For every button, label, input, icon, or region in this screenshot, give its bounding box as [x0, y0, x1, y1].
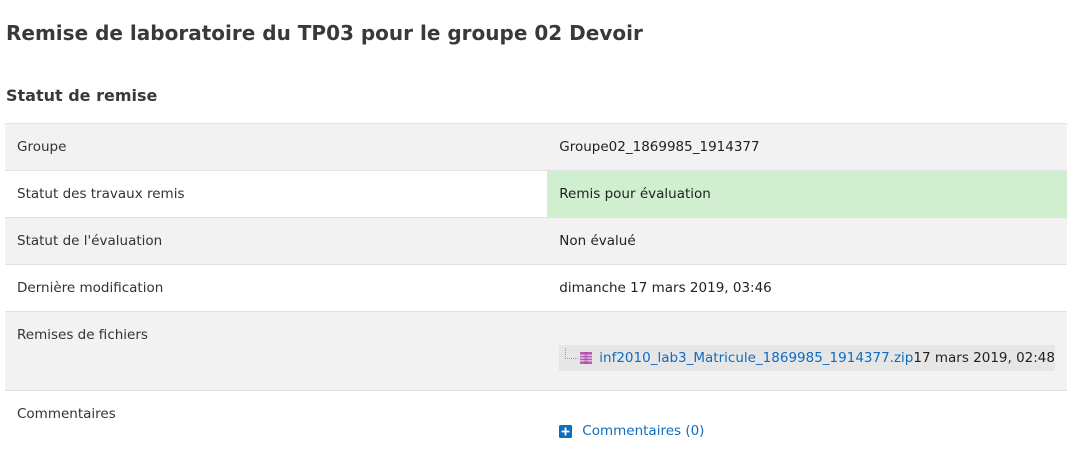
table-row: Dernière modification dimanche 17 mars 2… [5, 264, 1067, 312]
table-row: Statut de l'évaluation Non évalué [5, 217, 1067, 265]
section-title: Statut de remise [6, 86, 158, 105]
archive-file-icon [580, 352, 593, 364]
submission-status-table: Groupe Groupe02_1869985_1914377 Statut d… [5, 123, 1067, 451]
file-date: 17 mars 2019, 02:48 [913, 350, 1055, 366]
group-value: Groupe02_1869985_1914377 [547, 123, 1067, 171]
submission-status-value: Remis pour évaluation [547, 170, 1067, 218]
row-label: Dernière modification [5, 264, 548, 312]
submitted-file-link[interactable]: inf2010_lab3_Matricule_1869985_1914377.z… [599, 349, 913, 367]
row-label: Statut de l'évaluation [5, 217, 548, 265]
grading-status-value: Non évalué [547, 217, 1067, 265]
row-label: Commentaires [5, 390, 548, 451]
row-label: Remises de fichiers [5, 311, 548, 391]
row-label: Statut des travaux remis [5, 170, 548, 218]
file-tree-entry: inf2010_lab3_Matricule_1869985_1914377.z… [559, 345, 1055, 371]
file-submissions-cell: inf2010_lab3_Matricule_1869985_1914377.z… [547, 311, 1067, 391]
plus-square-icon [559, 424, 573, 438]
table-row: Commentaires Commentaires (0) [5, 390, 1067, 451]
comments-toggle-link[interactable]: Commentaires (0) [559, 422, 704, 440]
tree-branch-line [565, 347, 579, 359]
table-row: Statut des travaux remis Remis pour éval… [5, 170, 1067, 218]
page-title: Remise de laboratoire du TP03 pour le gr… [6, 20, 643, 45]
comments-cell: Commentaires (0) [547, 390, 1067, 451]
row-label: Groupe [5, 123, 548, 171]
table-row: Groupe Groupe02_1869985_1914377 [5, 123, 1067, 171]
comments-link-label: Commentaires (0) [582, 423, 705, 439]
table-row: Remises de fichiers inf2010_lab3_Matricu… [5, 311, 1067, 391]
last-modified-value: dimanche 17 mars 2019, 03:46 [547, 264, 1067, 312]
